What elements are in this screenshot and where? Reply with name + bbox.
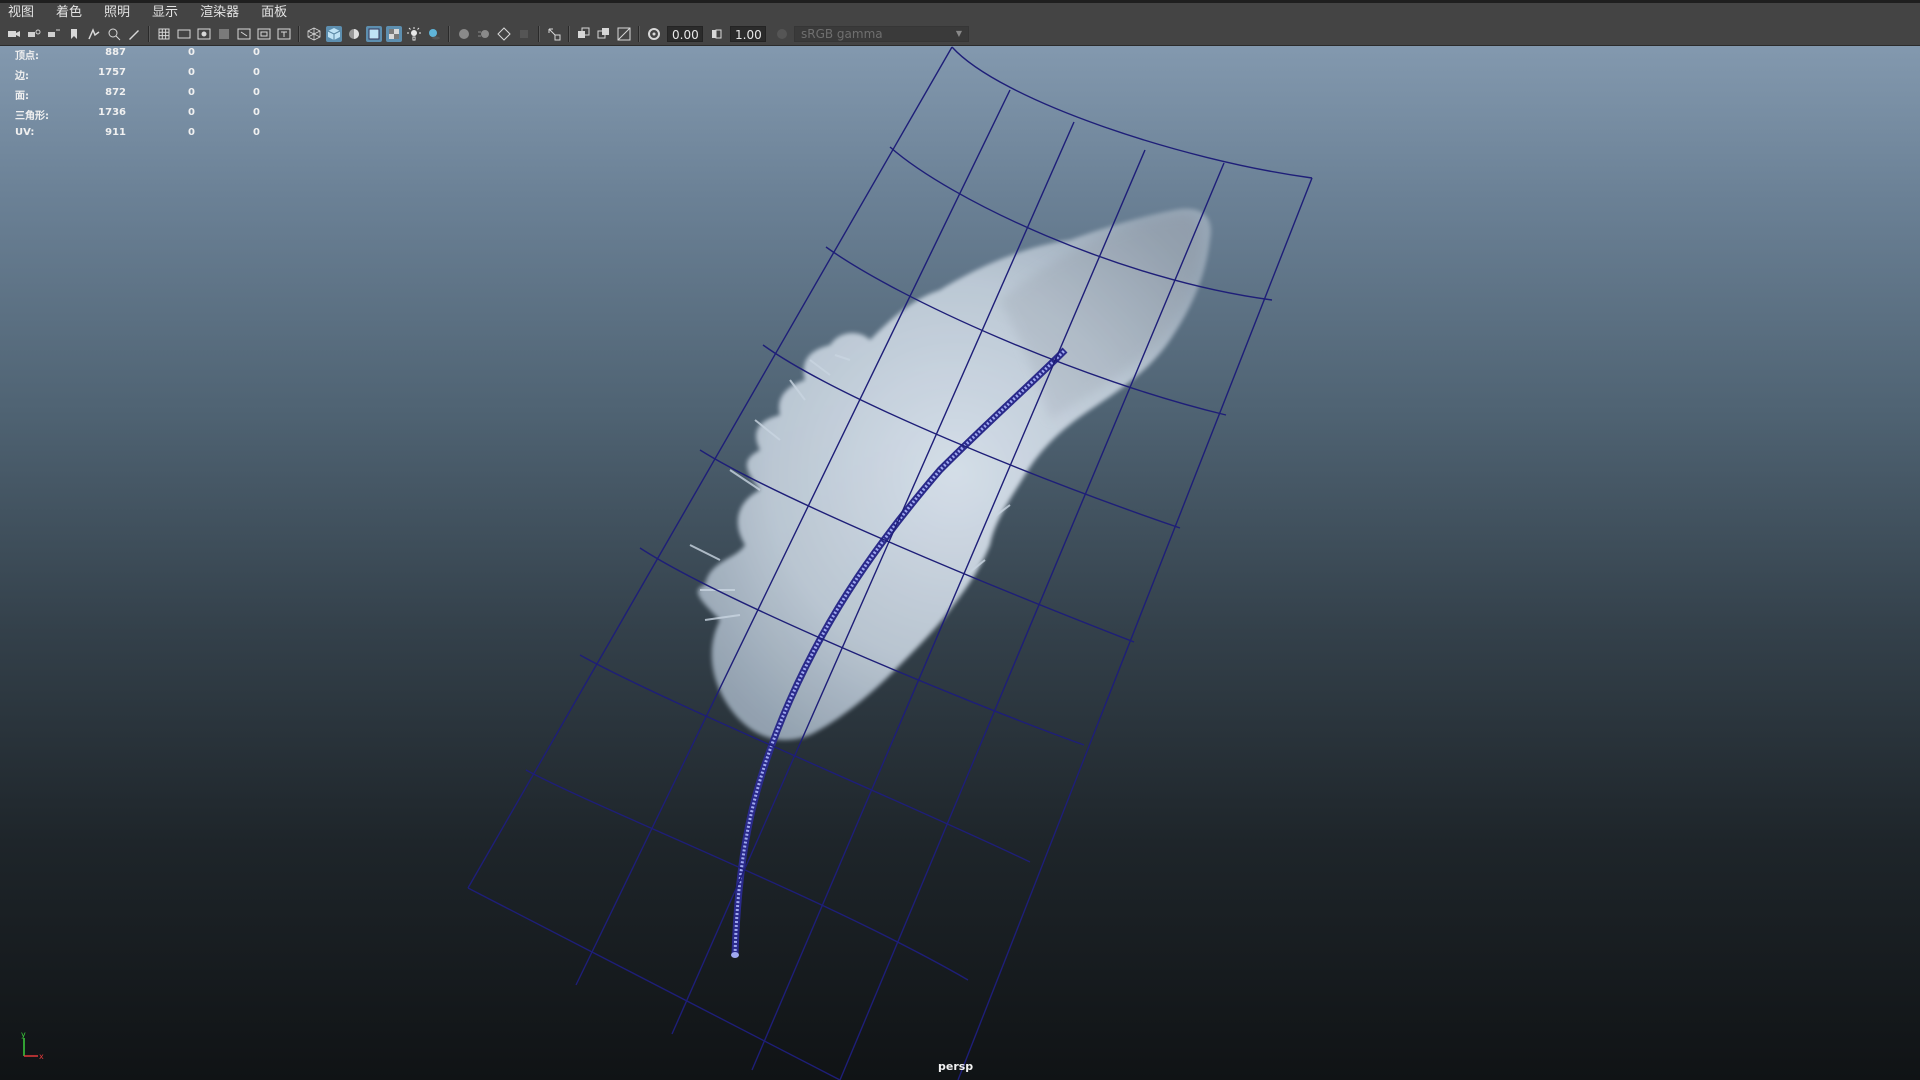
viewport-3d[interactable]: 视图 着色 照明 显示 渲染器 面板 0.00 1.00 sRGB gamma … <box>0 0 1920 1080</box>
hud-row: 顶点: 887 0 0 <box>0 44 270 64</box>
hud-selected-count: 0 <box>188 107 195 118</box>
wireframe-on-shaded-icon[interactable] <box>366 26 382 42</box>
hud-label: UV: <box>15 127 35 138</box>
colorspace-value: sRGB gamma <box>801 27 883 41</box>
menu-show[interactable]: 显示 <box>144 3 178 23</box>
hud-label: 三角形: <box>15 111 49 122</box>
toolbar-separator <box>448 26 450 42</box>
toolbar-separator <box>148 26 150 42</box>
isolate-select-icon[interactable] <box>546 26 562 42</box>
safe-action-icon[interactable] <box>256 26 272 42</box>
scene-canvas[interactable] <box>0 0 1920 1080</box>
hud-object-count: 911 <box>105 127 126 138</box>
xray-joints-icon[interactable] <box>596 26 612 42</box>
depth-of-field-icon[interactable] <box>516 26 532 42</box>
menu-panels[interactable]: 面板 <box>253 3 287 23</box>
hud-selected-count: 0 <box>188 67 195 78</box>
hud-row: 边: 1757 0 0 <box>0 64 270 84</box>
menu-shading[interactable]: 着色 <box>48 3 82 23</box>
menu-lighting[interactable]: 照明 <box>96 3 130 23</box>
screen-space-ao-icon[interactable] <box>456 26 472 42</box>
hud-row: 面: 872 0 0 <box>0 84 270 104</box>
camera-select-icon[interactable] <box>6 26 22 42</box>
panel-toolbar: 0.00 1.00 sRGB gamma ▼ <box>0 23 1920 46</box>
chevron-down-icon: ▼ <box>955 29 962 38</box>
hud-component-count: 0 <box>253 47 260 58</box>
default-material-icon[interactable] <box>346 26 362 42</box>
toolbar-separator <box>538 26 540 42</box>
film-gate-icon[interactable] <box>176 26 192 42</box>
toolbar-separator <box>638 26 640 42</box>
safe-title-icon[interactable] <box>276 26 292 42</box>
grid-icon[interactable] <box>156 26 172 42</box>
exposure-field[interactable]: 0.00 <box>667 26 703 42</box>
hud-component-count: 0 <box>253 107 260 118</box>
smooth-shade-icon[interactable] <box>326 26 342 42</box>
hud-selected-count: 0 <box>188 127 195 138</box>
gate-mask-icon[interactable] <box>216 26 232 42</box>
hud-row: UV: 911 0 0 <box>0 124 270 144</box>
motion-blur-icon[interactable] <box>476 26 492 42</box>
hud-object-count: 887 <box>105 47 126 58</box>
camera-lock-icon[interactable] <box>26 26 42 42</box>
axis-x-label: x <box>39 1052 44 1060</box>
camera-name-label: persp <box>938 1060 974 1073</box>
wireframe-icon[interactable] <box>306 26 322 42</box>
xray-icon[interactable] <box>576 26 592 42</box>
gamma-icon[interactable] <box>709 26 725 42</box>
image-plane-icon[interactable] <box>86 26 102 42</box>
hud-selected-count: 0 <box>188 87 195 98</box>
toolbar-separator <box>298 26 300 42</box>
exposure-icon[interactable] <box>646 26 662 42</box>
bookmark-icon[interactable] <box>66 26 82 42</box>
xray-active-components-icon[interactable] <box>616 26 632 42</box>
quill-tip <box>731 952 739 958</box>
pan-zoom-icon[interactable] <box>106 26 122 42</box>
hud-object-count: 1736 <box>98 107 126 118</box>
textured-icon[interactable] <box>386 26 402 42</box>
hud-object-count: 872 <box>105 87 126 98</box>
menu-view[interactable]: 视图 <box>0 3 34 23</box>
hud-selected-count: 0 <box>188 47 195 58</box>
camera-attributes-icon[interactable] <box>46 26 62 42</box>
hud-row: 三角形: 1736 0 0 <box>0 104 270 124</box>
view-axis-gizmo: y x <box>21 1030 44 1060</box>
menu-renderer[interactable]: 渲染器 <box>192 3 239 23</box>
panel-menu-bar: 视图 着色 照明 显示 渲染器 面板 <box>0 3 1920 23</box>
hud-component-count: 0 <box>253 67 260 78</box>
gamma-field[interactable]: 1.00 <box>730 26 766 42</box>
view-transform-icon[interactable] <box>774 26 790 42</box>
axis-y-label: y <box>21 1030 26 1039</box>
resolution-gate-icon[interactable] <box>196 26 212 42</box>
hud-component-count: 0 <box>253 87 260 98</box>
hud-label: 面: <box>15 91 29 102</box>
feather-mesh[interactable] <box>689 208 1211 958</box>
field-chart-icon[interactable] <box>236 26 252 42</box>
hud-component-count: 0 <box>253 127 260 138</box>
grease-pencil-icon[interactable] <box>126 26 142 42</box>
poly-count-hud: 顶点: 887 0 0 边: 1757 0 0 面: 872 0 0 三角形: 1736 0 0 UV: 911 0… <box>0 44 270 144</box>
anti-aliasing-icon[interactable] <box>496 26 512 42</box>
hud-label: 顶点: <box>15 51 39 62</box>
lights-icon[interactable] <box>406 26 422 42</box>
toolbar-separator <box>568 26 570 42</box>
hud-label: 边: <box>15 71 29 82</box>
shadows-icon[interactable] <box>426 26 442 42</box>
hud-object-count: 1757 <box>98 67 126 78</box>
colorspace-dropdown[interactable]: sRGB gamma ▼ <box>794 26 969 42</box>
